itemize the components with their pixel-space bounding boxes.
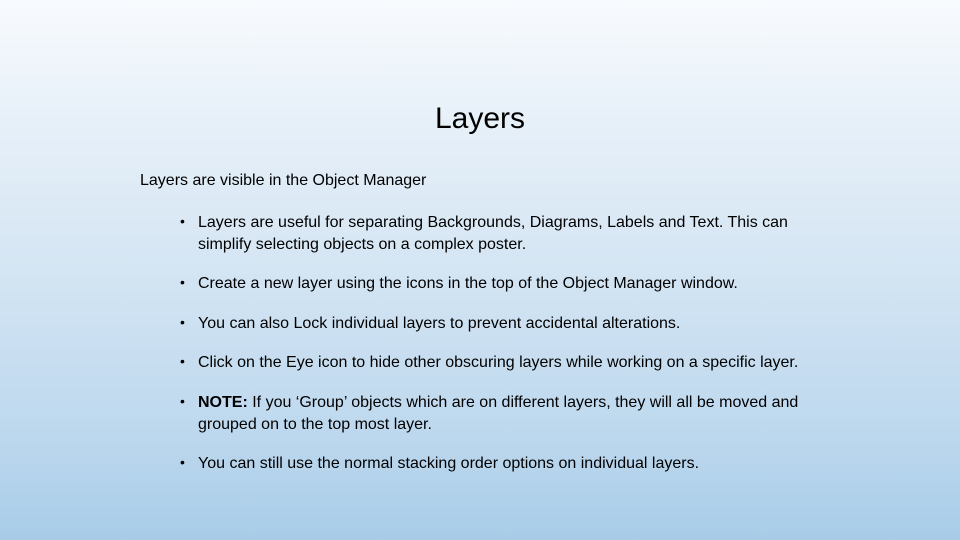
note-prefix: NOTE: [198, 394, 248, 411]
list-item: Create a new layer using the icons in th… [180, 273, 840, 295]
list-item: You can still use the normal stacking or… [180, 453, 840, 475]
list-item: Layers are useful for separating Backgro… [180, 212, 840, 255]
list-item: Click on the Eye icon to hide other obsc… [180, 352, 840, 374]
list-item: NOTE: If you ‘Group’ objects which are o… [180, 392, 840, 435]
slide-subtitle: Layers are visible in the Object Manager [140, 172, 960, 190]
slide: Layers Layers are visible in the Object … [0, 0, 960, 540]
note-rest: If you ‘Group’ objects which are on diff… [198, 394, 798, 433]
list-item: You can also Lock individual layers to p… [180, 313, 840, 335]
slide-title: Layers [0, 0, 960, 172]
bullet-list: Layers are useful for separating Backgro… [180, 212, 840, 475]
